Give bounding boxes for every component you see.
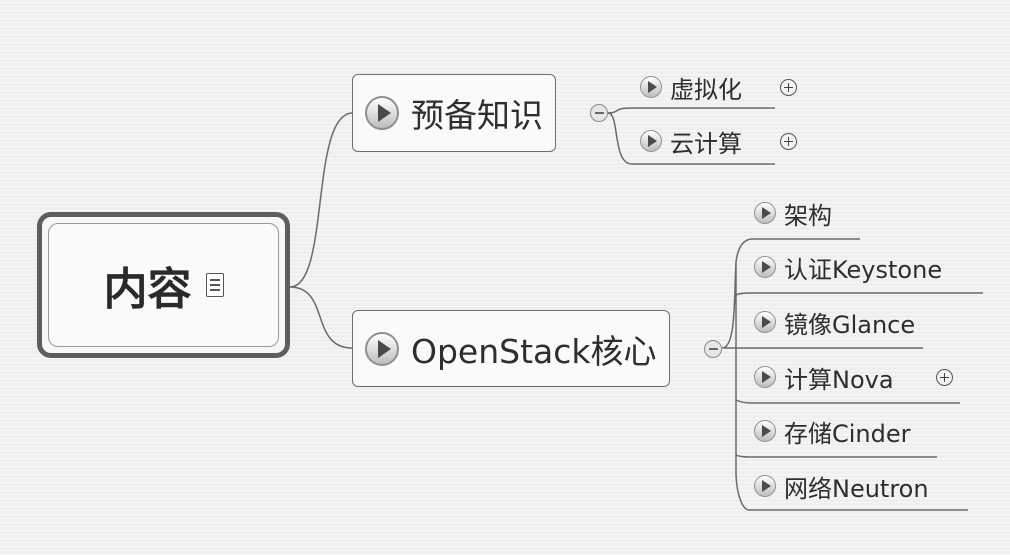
subtopic-glance[interactable]: 镜像Glance: [754, 307, 916, 339]
connector-topic1-sub-1: [607, 107, 775, 114]
play-icon: [365, 331, 399, 366]
subtopic-cinder[interactable]: 存储Cinder: [754, 416, 911, 448]
connector-topic2-sub-2: [735, 292, 983, 296]
connector-topic2-trunk: [721, 261, 749, 511]
play-icon: [754, 420, 776, 442]
expand-icon[interactable]: [780, 133, 797, 150]
root-node[interactable]: 内容: [37, 212, 290, 358]
connector-root-topic-2: [289, 286, 353, 349]
subtopic-nova[interactable]: 计算Nova: [754, 362, 894, 394]
subtopic-label: 认证Keystone: [784, 255, 943, 284]
collapse-icon[interactable]: [590, 104, 608, 122]
connector-topic2-sub-4: [735, 399, 960, 404]
subtopic-label: 网络Neutron: [784, 474, 929, 503]
play-icon: [365, 96, 399, 130]
subtopic-cloud-computing[interactable]: 云计算: [640, 126, 742, 158]
play-icon: [640, 130, 662, 152]
play-icon: [754, 202, 776, 224]
subtopic-virtualization[interactable]: 虚拟化: [640, 72, 742, 104]
connector-root-topic-1: [289, 112, 353, 288]
note-icon[interactable]: [205, 273, 224, 297]
collapse-icon[interactable]: [704, 340, 722, 358]
subtopic-label: 架构: [784, 201, 832, 230]
play-icon: [754, 256, 776, 278]
subtopic-label: 镜像Glance: [784, 310, 916, 339]
play-icon: [640, 76, 662, 98]
subtopic-keystone[interactable]: 认证Keystone: [754, 252, 943, 284]
subtopic-architecture[interactable]: 架构: [754, 198, 832, 230]
root-node-inner: 内容: [48, 223, 279, 347]
subtopic-neutron[interactable]: 网络Neutron: [754, 471, 929, 503]
play-icon: [754, 475, 776, 497]
root-label: 内容: [103, 264, 192, 315]
subtopic-label: 计算Nova: [784, 365, 894, 394]
play-icon: [754, 366, 776, 388]
expand-icon[interactable]: [780, 79, 797, 96]
topic-label: OpenStack核心: [411, 331, 657, 371]
expand-icon[interactable]: [936, 369, 953, 386]
subtopic-label: 存储Cinder: [784, 419, 911, 448]
subtopic-label: 虚拟化: [670, 75, 742, 104]
topic-label: 预备知识: [411, 96, 543, 135]
topic-prerequisites[interactable]: 预备知识: [352, 74, 556, 152]
play-icon: [754, 311, 776, 333]
connector-topic2-sub-5: [735, 454, 937, 458]
subtopic-label: 云计算: [670, 129, 742, 158]
topic-openstack-core[interactable]: OpenStack核心: [352, 310, 670, 387]
